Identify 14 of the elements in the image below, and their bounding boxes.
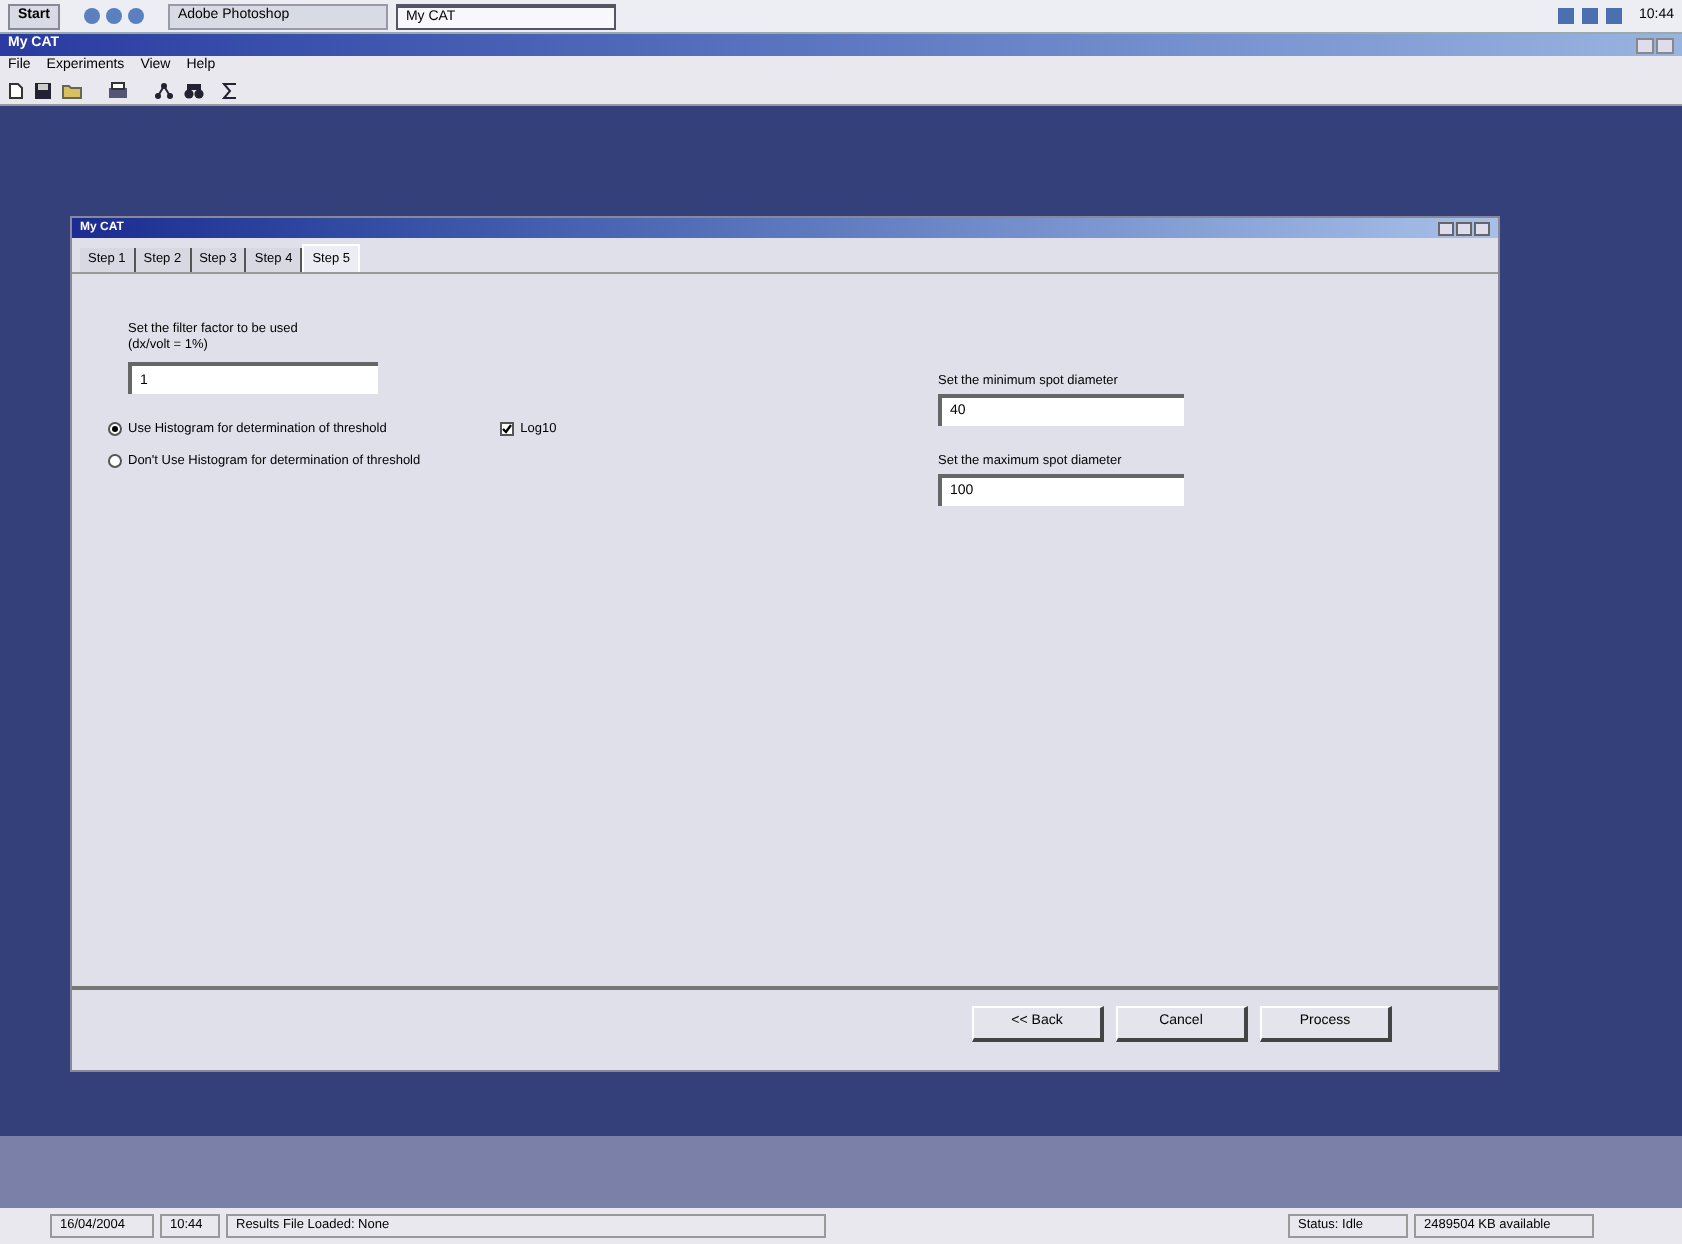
binoculars-icon[interactable]	[184, 82, 204, 100]
maximize-button[interactable]	[1456, 221, 1472, 235]
minimize-button[interactable]	[1636, 37, 1654, 53]
radio-button[interactable]	[108, 422, 122, 437]
printer-icon[interactable]	[108, 82, 128, 100]
restore-button[interactable]	[1656, 37, 1674, 53]
new-file-icon[interactable]	[8, 82, 24, 100]
radio-button[interactable]	[108, 454, 122, 469]
sigma-icon[interactable]	[222, 82, 238, 100]
close-button[interactable]	[1474, 221, 1490, 235]
folder-icon[interactable]	[62, 82, 82, 100]
minimize-button[interactable]	[1438, 221, 1454, 235]
save-icon[interactable]	[34, 82, 52, 100]
checkbox[interactable]	[500, 422, 515, 437]
